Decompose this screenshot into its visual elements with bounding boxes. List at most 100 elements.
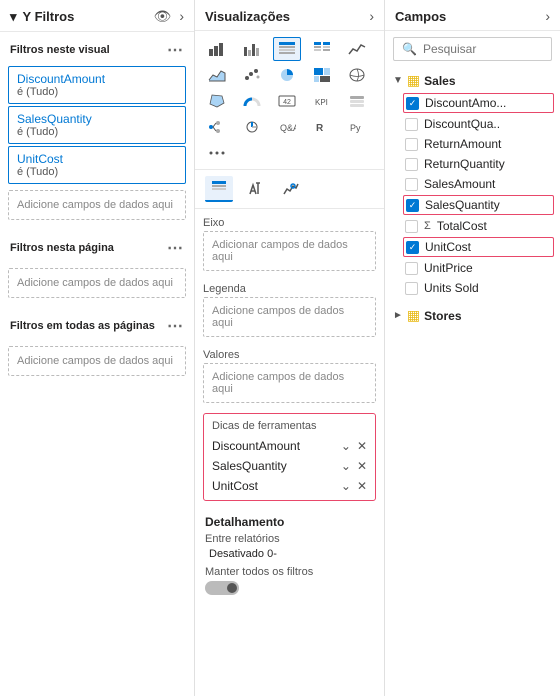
eixo-label: Eixo	[203, 213, 376, 231]
dicas-item-1-actions: ⌄ ✕	[341, 459, 367, 473]
dicas-ferramentas-section: Dicas de ferramentas DiscountAmount ⌄ ✕ …	[203, 413, 376, 501]
campos-item-totalcost: Σ TotalCost	[385, 216, 560, 236]
visualizacoes-title: Visualizações	[205, 9, 290, 24]
campos-check-unitcost[interactable]	[406, 241, 419, 254]
viz-clustered-bar[interactable]	[238, 37, 266, 61]
dicas-item-2-remove[interactable]: ✕	[357, 479, 367, 493]
viz-qa[interactable]: Q&A	[273, 115, 301, 139]
eixo-drop[interactable]: Adicionar campos de dados aqui	[203, 231, 376, 271]
dicas-item-2-chevron[interactable]: ⌄	[341, 479, 351, 493]
filter-item-salesquantity[interactable]: SalesQuantity é (Tudo)	[8, 106, 186, 144]
campos-panel: Campos › 🔍 ▼ ▦ Sales DiscountAmo... Disc…	[385, 0, 560, 696]
stores-table-icon: ▦	[407, 307, 420, 324]
campos-check-totalcost[interactable]	[405, 220, 418, 233]
campos-title: Campos	[395, 9, 446, 24]
detalhamento-title: Detalhamento	[205, 515, 374, 529]
viz-card[interactable]: 42	[273, 89, 301, 113]
campos-name-totalcost: TotalCost	[437, 219, 487, 233]
viz-table[interactable]	[273, 37, 301, 61]
viz-line[interactable]	[343, 37, 371, 61]
campos-check-returnamount[interactable]	[405, 138, 418, 151]
expand-icon[interactable]: ›	[179, 8, 184, 25]
svg-text:R: R	[316, 123, 324, 134]
campos-item-discountamo-wrapper: DiscountAmo...	[403, 93, 554, 113]
viz-scatter[interactable]	[238, 63, 266, 87]
viz-map[interactable]	[343, 63, 371, 87]
legenda-section: Legenda Adicione campos de dados aqui	[195, 275, 384, 341]
campos-item-returnamount: ReturnAmount	[385, 134, 560, 154]
detalhamento-entre-relatorios: Entre relatórios	[205, 533, 374, 545]
campos-check-discountamo[interactable]	[406, 97, 419, 110]
filter-section-all: Filtros em todas as páginas ⋯ Adicione c…	[0, 308, 194, 386]
legenda-drop[interactable]: Adicione campos de dados aqui	[203, 297, 376, 337]
valores-drop[interactable]: Adicione campos de dados aqui	[203, 363, 376, 403]
section-menu-icon[interactable]: ⋯	[167, 40, 184, 60]
sales-group-name: Sales	[424, 74, 455, 88]
svg-text:42: 42	[283, 99, 291, 106]
campos-item-salesamount: SalesAmount	[385, 174, 560, 194]
campos-expand-icon[interactable]: ›	[545, 8, 550, 24]
viz-matrix[interactable]	[308, 37, 336, 61]
svg-text:KPI: KPI	[315, 98, 328, 107]
campos-header: Campos ›	[385, 0, 560, 31]
viz-key-influencers[interactable]	[238, 115, 266, 139]
filtros-panel: ▾ Y Filtros 👁 › Filtros neste visual ⋯ D…	[0, 0, 195, 696]
viz-more[interactable]	[203, 141, 231, 165]
viz-stacked-bar[interactable]	[203, 37, 231, 61]
legenda-label: Legenda	[203, 279, 376, 297]
campos-check-salesamount[interactable]	[405, 178, 418, 191]
viz-analytics-tab[interactable]	[277, 176, 305, 202]
svg-text:Q&A: Q&A	[280, 123, 296, 133]
viz-slicer[interactable]	[343, 89, 371, 113]
dicas-item-1-chevron[interactable]: ⌄	[341, 459, 351, 473]
dicas-item-unitcost: UnitCost ⌄ ✕	[204, 476, 375, 496]
viz-fields-tab[interactable]	[205, 176, 233, 202]
sales-table-icon: ▦	[407, 72, 420, 89]
campos-name-salesquantity: SalesQuantity	[425, 198, 500, 212]
campos-group-sales-header[interactable]: ▼ ▦ Sales	[385, 67, 560, 92]
filter-item-unitcost[interactable]: UnitCost é (Tudo)	[8, 146, 186, 184]
filter-item-discountamount[interactable]: DiscountAmount é (Tudo)	[8, 66, 186, 104]
viz-format-tab[interactable]	[241, 176, 269, 202]
valores-section: Valores Adicione campos de dados aqui	[195, 341, 384, 407]
campos-name-unitssold: Units Sold	[424, 281, 479, 295]
viz-r[interactable]: R	[308, 115, 336, 139]
viz-pie[interactable]	[273, 63, 301, 87]
sigma-icon-totalcost: Σ	[424, 220, 431, 232]
eye-icon[interactable]: 👁	[154, 8, 172, 25]
filtros-page-placeholder: Adicione campos de dados aqui	[8, 268, 186, 298]
campos-check-returnquantity[interactable]	[405, 158, 418, 171]
viz-gauge[interactable]	[238, 89, 266, 113]
dicas-item-0-chevron[interactable]: ⌄	[341, 439, 351, 453]
detalhamento-toggle-row	[205, 581, 374, 595]
campos-search-icon: 🔍	[402, 42, 417, 56]
campos-name-returnamount: ReturnAmount	[424, 137, 501, 151]
filtros-nesta-pagina-label: Filtros nesta página ⋯	[0, 230, 194, 262]
campos-search-box: 🔍	[393, 37, 552, 61]
filtros-visual-placeholder: Adicione campos de dados aqui	[8, 190, 186, 220]
viz-kpi[interactable]: KPI	[308, 89, 336, 113]
dicas-item-1-remove[interactable]: ✕	[357, 459, 367, 473]
filtros-all-placeholder: Adicione campos de dados aqui	[8, 346, 186, 376]
filtros-header-icons: 👁 ›	[154, 8, 184, 25]
detalhamento-toggle[interactable]	[205, 581, 239, 595]
section-all-menu-icon[interactable]: ⋯	[167, 316, 184, 336]
stores-group-name: Stores	[424, 309, 461, 323]
viz-py[interactable]: Py	[343, 115, 371, 139]
visualizacoes-expand-icon[interactable]: ›	[369, 8, 374, 24]
viz-decomp-tree[interactable]	[203, 115, 231, 139]
campos-search-input[interactable]	[423, 42, 543, 56]
campos-item-unitprice: UnitPrice	[385, 258, 560, 278]
campos-item-unitcost-wrapper: UnitCost	[403, 237, 554, 257]
dicas-item-0-remove[interactable]: ✕	[357, 439, 367, 453]
campos-check-unitssold[interactable]	[405, 282, 418, 295]
campos-group-stores-header[interactable]: ► ▦ Stores	[385, 302, 560, 327]
section-page-menu-icon[interactable]: ⋯	[167, 238, 184, 258]
campos-check-salesquantity[interactable]	[406, 199, 419, 212]
campos-check-unitprice[interactable]	[405, 262, 418, 275]
dicas-label: Dicas de ferramentas	[204, 418, 375, 436]
viz-treemap[interactable]	[308, 63, 336, 87]
campos-check-discountqua[interactable]	[405, 118, 418, 131]
viz-area[interactable]	[203, 63, 231, 87]
viz-filled-map[interactable]	[203, 89, 231, 113]
